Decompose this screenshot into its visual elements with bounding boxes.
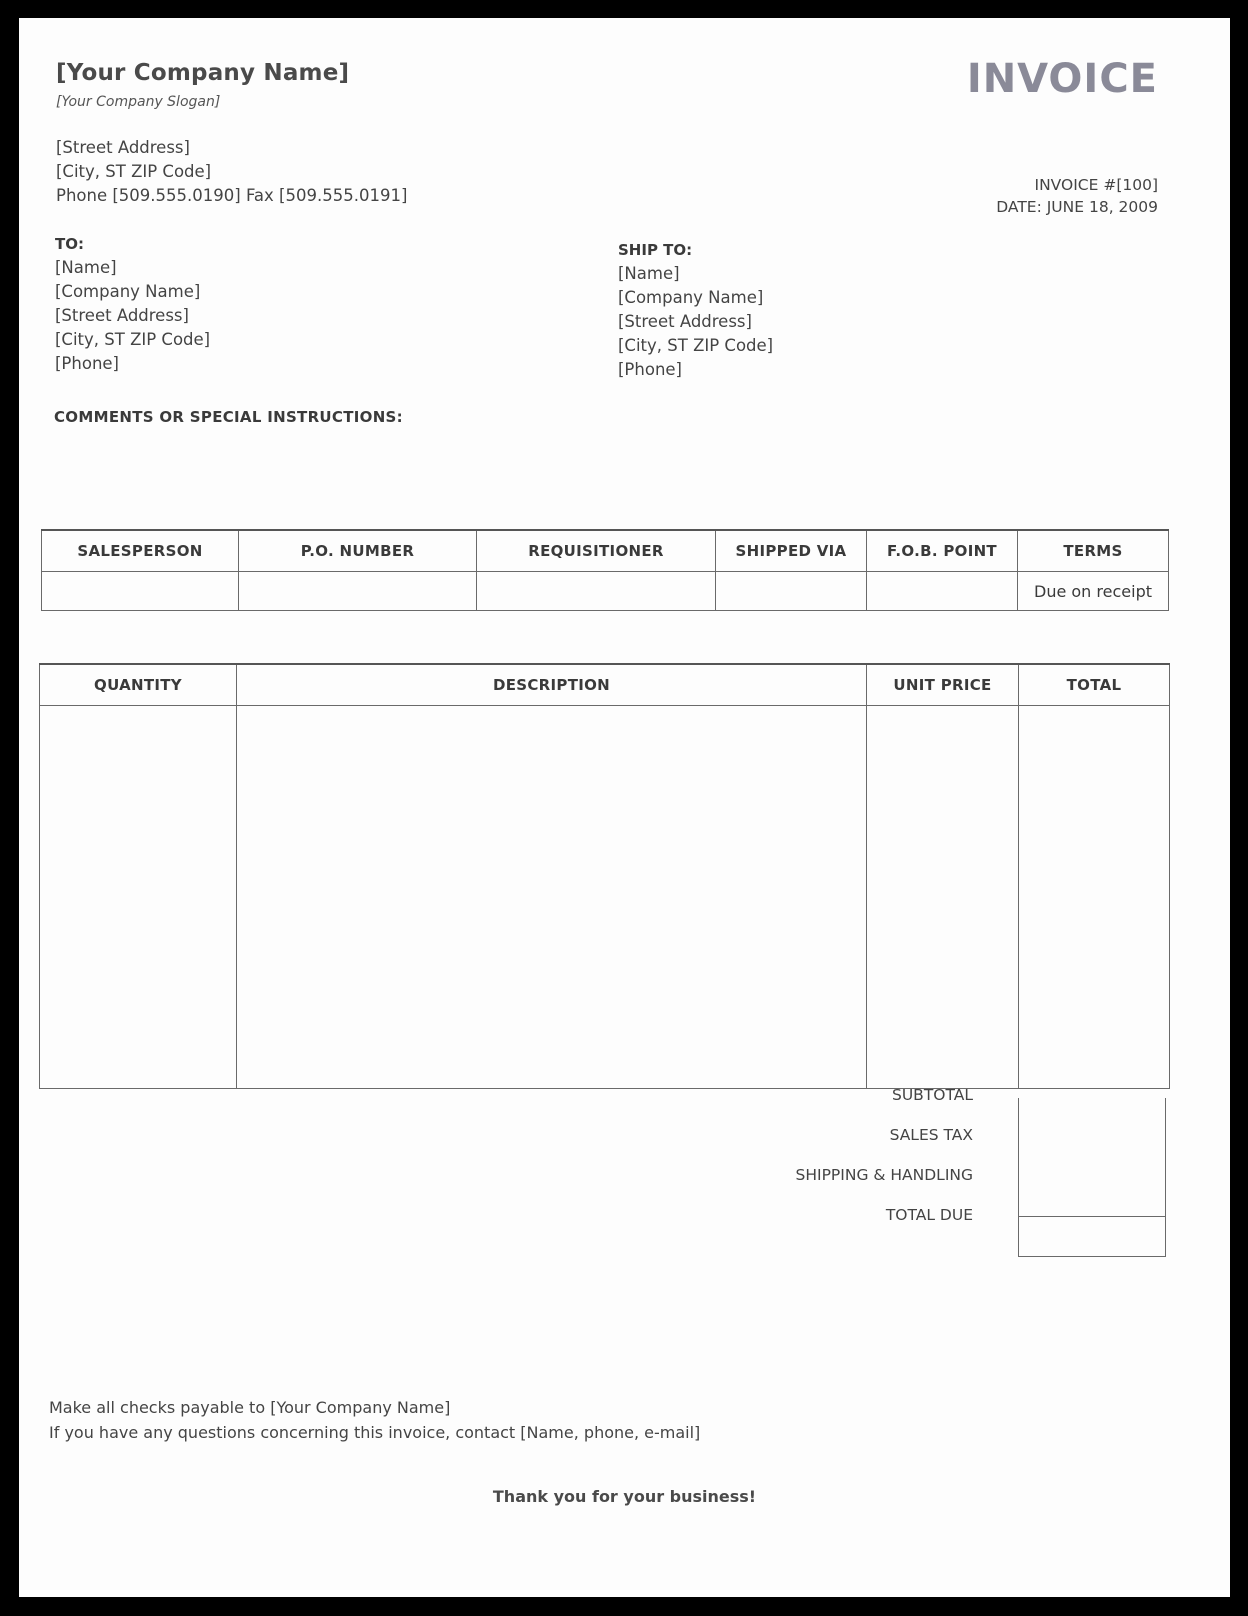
order-info-header-row: SALESPERSON P.O. NUMBER REQUISITIONER SH… [41, 529, 1169, 572]
totals-labels: SUBTOTAL SALES TAX SHIPPING & HANDLING T… [796, 1080, 973, 1240]
total-due-value[interactable] [1019, 1218, 1165, 1256]
street-address: [Street Address] [56, 138, 190, 157]
bill-to-label: TO: [55, 235, 84, 253]
header-quantity: QUANTITY [39, 663, 237, 706]
header-fob-point: F.O.B. POINT [866, 529, 1018, 572]
invoice-date: DATE: JUNE 18, 2009 [996, 198, 1158, 216]
total-due-label: TOTAL DUE [885, 1206, 973, 1224]
phone-fax: Phone [509.555.0190] Fax [509.555.0191] [56, 186, 408, 205]
bill-to-company: [Company Name] [55, 282, 201, 301]
city-state-zip: [City, ST ZIP Code] [56, 162, 212, 181]
bill-to-block: TO: [Name] [Company Name] [Street Addres… [55, 232, 210, 376]
shipped-via-value[interactable] [715, 571, 867, 611]
sales-tax-label: SALES TAX [889, 1126, 973, 1144]
header-total: TOTAL [1018, 663, 1170, 706]
order-info-value-row: Due on receipt [41, 571, 1169, 611]
ship-to-label: SHIP TO: [618, 241, 693, 259]
order-info-table: SALESPERSON P.O. NUMBER REQUISITIONER SH… [41, 529, 1169, 611]
invoice-page: [Your Company Name] [Your Company Slogan… [19, 18, 1230, 1597]
total-column[interactable] [1018, 705, 1170, 1089]
ship-to-block: SHIP TO: [Name] [Company Name] [Street A… [618, 238, 773, 382]
header-po-number: P.O. NUMBER [238, 529, 477, 572]
company-slogan: [Your Company Slogan] [56, 94, 221, 110]
header-terms: TERMS [1017, 529, 1169, 572]
total-due-divider [1019, 1216, 1165, 1217]
thank-you-message: Thank you for your business! [492, 1487, 757, 1506]
invoice-meta: INVOICE #[100] DATE: JUNE 18, 2009 [996, 174, 1158, 218]
bill-to-name: [Name] [55, 258, 117, 277]
unit-price-column[interactable] [866, 705, 1019, 1089]
shipping-handling-value[interactable] [1019, 1178, 1165, 1216]
salesperson-value[interactable] [41, 571, 239, 611]
description-column[interactable] [236, 705, 867, 1089]
terms-value[interactable]: Due on receipt [1017, 571, 1169, 611]
fob-point-value[interactable] [866, 571, 1018, 611]
shipping-handling-label: SHIPPING & HANDLING [795, 1166, 973, 1184]
bill-to-phone: [Phone] [55, 354, 119, 373]
header-salesperson: SALESPERSON [41, 529, 239, 572]
company-name: [Your Company Name] [56, 60, 350, 86]
subtotal-value[interactable] [1019, 1098, 1165, 1138]
bill-to-city: [City, ST ZIP Code] [55, 330, 211, 349]
header-shipped-via: SHIPPED VIA [715, 529, 867, 572]
ship-to-company: [Company Name] [618, 288, 764, 307]
ship-to-city: [City, ST ZIP Code] [618, 336, 774, 355]
header-unit-price: UNIT PRICE [866, 663, 1019, 706]
subtotal-label: SUBTOTAL [892, 1086, 973, 1104]
header-description: DESCRIPTION [236, 663, 867, 706]
po-number-value[interactable] [238, 571, 477, 611]
comments-label: COMMENTS OR SPECIAL INSTRUCTIONS: [54, 408, 403, 426]
quantity-column[interactable] [39, 705, 237, 1089]
sales-tax-value[interactable] [1019, 1138, 1165, 1178]
checks-payable-note: Make all checks payable to [Your Company… [49, 1398, 451, 1417]
line-items-header-row: QUANTITY DESCRIPTION UNIT PRICE TOTAL [39, 663, 1170, 706]
footer-notes: Make all checks payable to [Your Company… [49, 1395, 700, 1445]
requisitioner-value[interactable] [476, 571, 716, 611]
questions-contact-note: If you have any questions concerning thi… [49, 1423, 701, 1442]
line-items-body-row [39, 705, 1170, 1089]
company-address: [Street Address] [City, ST ZIP Code] Pho… [56, 136, 407, 208]
totals-values-box [1018, 1098, 1166, 1257]
ship-to-phone: [Phone] [618, 360, 682, 379]
invoice-title: INVOICE [966, 56, 1158, 102]
invoice-number: INVOICE #[100] [1034, 176, 1158, 194]
ship-to-street: [Street Address] [618, 312, 752, 331]
ship-to-name: [Name] [618, 264, 680, 283]
bill-to-street: [Street Address] [55, 306, 189, 325]
header-requisitioner: REQUISITIONER [476, 529, 716, 572]
line-items-table: QUANTITY DESCRIPTION UNIT PRICE TOTAL [39, 663, 1170, 1089]
